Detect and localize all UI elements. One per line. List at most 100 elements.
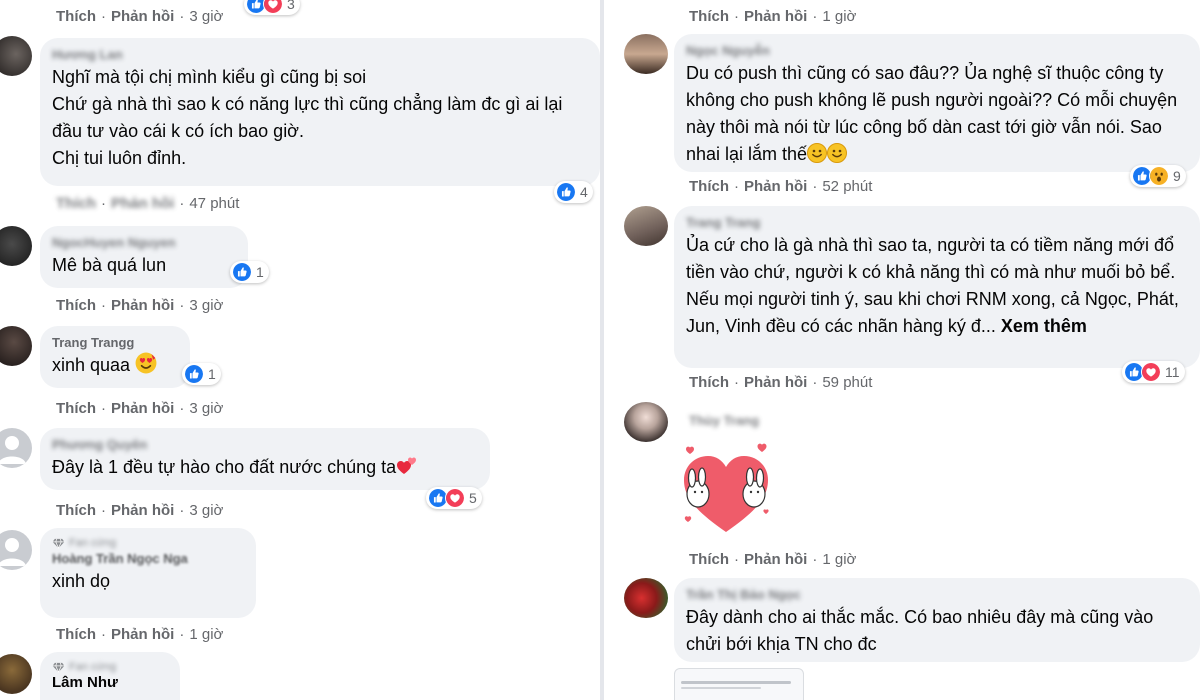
like-link[interactable]: Thích bbox=[56, 502, 96, 519]
reply-link[interactable]: Phản hồi bbox=[111, 8, 174, 25]
left-comment-panel: Thích · Phản hồi · 3 giờ 3 Hương Lan Ngh… bbox=[0, 0, 600, 700]
commenter-name[interactable]: NgocHuyen Nguyen bbox=[52, 234, 236, 252]
top-fan-badge: Fan cứng bbox=[52, 536, 244, 550]
separator: · bbox=[179, 399, 185, 417]
comment-actions: Thích · Phản hồi · 1 giờ bbox=[689, 6, 856, 26]
comment-text: Đây dành cho ai thắc mắc. Có bao nhiêu đ… bbox=[686, 607, 1154, 654]
comment-actions: Thích · Phản hồi · 59 phút bbox=[689, 372, 872, 392]
reaction-summary[interactable]: 3 bbox=[244, 0, 300, 15]
commenter-name[interactable]: Hương Lan bbox=[52, 46, 588, 64]
reply-link[interactable]: Phản hồi bbox=[744, 8, 807, 25]
reply-link[interactable]: Phản hồi bbox=[744, 178, 807, 195]
reply-link[interactable]: Phản hồi bbox=[111, 502, 174, 519]
separator: · bbox=[812, 373, 818, 391]
reaction-summary[interactable]: 11 bbox=[1122, 361, 1185, 383]
comment-bubble: Hương Lan Nghĩ mà tội chị mình kiểu gì c… bbox=[40, 38, 600, 186]
top-fan-badge: Fan cứng bbox=[52, 660, 168, 674]
reaction-summary[interactable]: 1 bbox=[182, 363, 221, 385]
avatar[interactable] bbox=[624, 34, 668, 74]
badge-label: Fan cứng bbox=[69, 661, 117, 673]
like-link[interactable]: Thích bbox=[689, 551, 729, 568]
comment-time: 3 giờ bbox=[189, 501, 224, 519]
separator: · bbox=[101, 625, 106, 643]
reply-link[interactable]: Phản hồi bbox=[744, 374, 807, 391]
reply-link[interactable]: Phản hồi bbox=[111, 400, 174, 417]
reply-link[interactable]: Phản hồi bbox=[111, 297, 174, 314]
avatar[interactable] bbox=[0, 428, 32, 468]
reaction-count: 11 bbox=[1165, 364, 1180, 380]
badge-label: Fan cứng bbox=[69, 537, 117, 549]
commenter-name[interactable]: Trần Thị Bảo Ngọc bbox=[686, 586, 1188, 604]
commenter-name[interactable]: Phương Quyên bbox=[52, 436, 478, 454]
avatar[interactable] bbox=[0, 530, 32, 570]
avatar[interactable] bbox=[624, 402, 668, 442]
avatar[interactable] bbox=[0, 326, 32, 366]
comment-text: Mê bà quá lun bbox=[52, 255, 167, 275]
avatar[interactable] bbox=[624, 578, 668, 618]
avatar[interactable] bbox=[0, 36, 32, 76]
like-link[interactable]: Thích bbox=[689, 178, 729, 195]
commenter-name[interactable]: Ngọc Nguyễn bbox=[686, 42, 1188, 60]
see-more-link[interactable]: Xem thêm bbox=[1001, 316, 1087, 336]
smiling-face-with-hearts-icon bbox=[135, 352, 157, 374]
comment-time: 47 phút bbox=[189, 194, 240, 212]
reply-link[interactable]: Phản hồi bbox=[744, 551, 807, 568]
comment-time: 3 giờ bbox=[189, 296, 224, 314]
like-link[interactable]: Thích bbox=[689, 8, 729, 25]
reply-link[interactable]: Phản hồi bbox=[111, 626, 174, 643]
avatar[interactable] bbox=[0, 654, 32, 694]
like-link[interactable]: Thích bbox=[56, 400, 96, 417]
like-link[interactable]: Thích bbox=[56, 626, 96, 643]
comment-text: Đây là 1 đều tự hào cho đất nước chúng t… bbox=[52, 457, 397, 477]
commenter-name[interactable]: Thùy Trang bbox=[689, 412, 759, 430]
comment-time: 1 giờ bbox=[822, 7, 857, 25]
separator: · bbox=[734, 373, 739, 391]
commenter-name[interactable]: Trang Trangg bbox=[52, 334, 178, 352]
avatar[interactable] bbox=[0, 226, 32, 266]
separator: · bbox=[812, 7, 818, 25]
comment-text: Ủa cứ cho là gà nhà thì sao ta, người ta… bbox=[686, 235, 1179, 336]
commenter-name[interactable]: Lâm Như bbox=[52, 674, 168, 692]
comment-actions: Thích · Phản hồi · 3 giờ bbox=[56, 6, 223, 26]
reaction-summary[interactable]: 9 bbox=[1130, 165, 1186, 187]
reaction-summary[interactable]: 5 bbox=[426, 487, 482, 509]
comment-time: 1 giờ bbox=[189, 625, 224, 643]
comment-bubble: Fan cứng Lâm Như bbox=[40, 652, 180, 700]
smiling-face-icon bbox=[807, 143, 827, 163]
separator: · bbox=[179, 7, 185, 25]
commenter-name[interactable]: Trang Trang bbox=[686, 214, 1188, 232]
separator: · bbox=[812, 550, 818, 568]
comment-time: 52 phút bbox=[822, 177, 873, 195]
reaction-count: 1 bbox=[256, 264, 264, 280]
separator: · bbox=[179, 625, 185, 643]
comment-bubble: Trang Trangg xinh quaa bbox=[40, 326, 190, 388]
love-reaction-icon bbox=[263, 0, 283, 14]
comment-bubble: NgocHuyen Nguyen Mê bà quá lun bbox=[40, 226, 248, 288]
like-link[interactable]: Thích bbox=[56, 297, 96, 314]
like-link[interactable]: Thích bbox=[56, 8, 96, 25]
bunny-heart-sticker[interactable] bbox=[676, 440, 776, 540]
like-link[interactable]: Thích bbox=[689, 374, 729, 391]
separator: · bbox=[179, 501, 185, 519]
avatar[interactable] bbox=[624, 206, 668, 246]
comment-actions: Thích · Phản hồi · 1 giờ bbox=[56, 624, 223, 644]
separator: · bbox=[179, 296, 185, 314]
commenter-name[interactable]: Hoàng Trần Ngọc Nga bbox=[52, 550, 244, 568]
reaction-summary[interactable]: 1 bbox=[230, 261, 269, 283]
reaction-count: 5 bbox=[469, 490, 477, 506]
separator: · bbox=[734, 7, 739, 25]
comment-time: 3 giờ bbox=[189, 399, 224, 417]
reaction-summary[interactable]: 4 bbox=[554, 181, 593, 203]
like-link[interactable]: Thích bbox=[56, 195, 96, 212]
reply-link[interactable]: Phản hồi bbox=[111, 195, 174, 212]
attached-image-thumbnail[interactable] bbox=[674, 668, 804, 700]
love-reaction-icon bbox=[1141, 362, 1161, 382]
separator: · bbox=[734, 550, 739, 568]
comment-actions: Thích · Phản hồi · 52 phút bbox=[689, 176, 872, 196]
comment-actions: Thích · Phản hồi · 3 giờ bbox=[56, 295, 223, 315]
comment-actions: Thích · Phản hồi · 3 giờ bbox=[56, 500, 223, 520]
comment-bubble: Fan cứng Hoàng Trần Ngọc Nga xinh dọ bbox=[40, 528, 256, 618]
comment-actions: Thích · Phản hồi · 1 giờ bbox=[689, 549, 856, 569]
comment-time: 1 giờ bbox=[822, 550, 857, 568]
separator: · bbox=[101, 194, 106, 212]
